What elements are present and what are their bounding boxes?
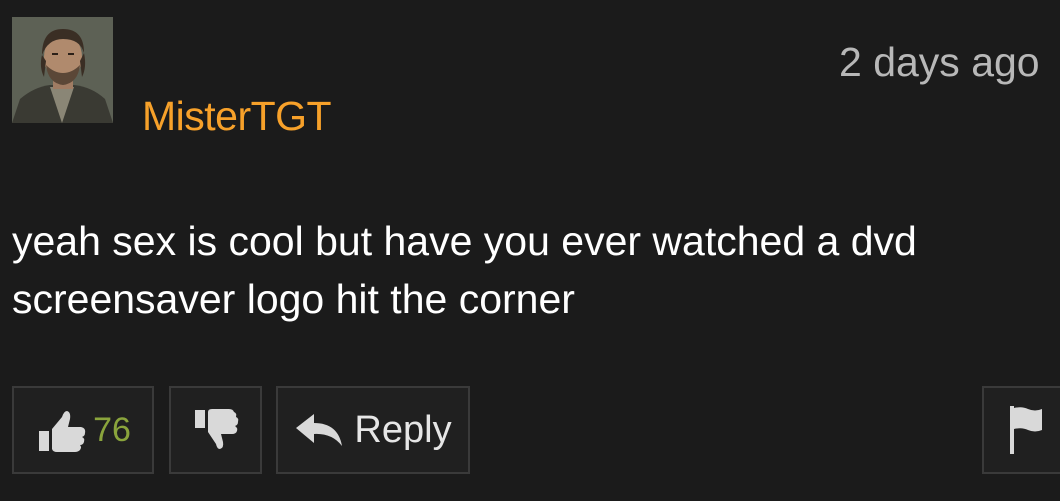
like-count: 76: [93, 410, 131, 449]
reply-button[interactable]: Reply: [276, 386, 470, 474]
avatar[interactable]: [12, 17, 113, 123]
flag-icon: [1008, 404, 1044, 456]
flag-button[interactable]: [982, 386, 1060, 474]
like-button[interactable]: 76: [12, 386, 154, 474]
thumbs-up-icon: [35, 407, 87, 453]
comment-body-line: screensaver logo hit the corner: [12, 276, 575, 322]
avatar-image: [12, 17, 113, 123]
username[interactable]: MisterTGT: [142, 96, 332, 137]
comment-body-line: yeah sex is cool but have you ever watch…: [12, 218, 917, 264]
timestamp: 2 days ago: [839, 39, 1040, 85]
comment-card: MisterTGT 2 days ago yeah sex is cool bu…: [0, 0, 1060, 501]
dislike-button[interactable]: [169, 386, 262, 474]
comment-body: yeah sex is cool but have you ever watch…: [12, 212, 1060, 328]
reply-label: Reply: [354, 408, 452, 451]
reply-arrow-icon: [294, 413, 344, 447]
thumbs-down-icon: [193, 408, 239, 452]
